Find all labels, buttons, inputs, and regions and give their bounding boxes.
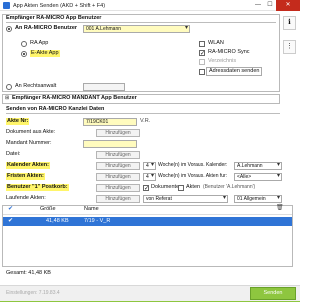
akte-suffix: V.R. (140, 118, 151, 124)
an-rechtsanwalt-radio[interactable] (6, 84, 12, 90)
postkorb-label: Benutzer "1" Postkorb: (6, 184, 69, 191)
wlan-checkbox[interactable] (199, 41, 205, 47)
row-check-icon[interactable]: ✔ (8, 218, 13, 225)
allgemein-select[interactable]: 01 Allgemein (234, 195, 282, 203)
datei-label: Datei: (6, 151, 21, 157)
total-size: Gesamt: 41,48 KB (6, 270, 51, 276)
delete-icon[interactable]: 🗑 (276, 205, 284, 212)
kalender-weeks-select[interactable]: 4 (143, 162, 156, 170)
kalender-add-button[interactable]: Hinzufügen (96, 162, 140, 170)
an-benutzer-radio[interactable] (6, 26, 12, 32)
row-name: 7/19 - V_R (84, 218, 111, 224)
dokument-add-button[interactable]: Hinzufügen (96, 129, 140, 137)
kalender-user-select[interactable]: A.Lehmann (234, 162, 282, 170)
kanzlei-divider (6, 113, 280, 114)
footer-text: Einstellungen: 7.19.83.4 (6, 290, 60, 296)
eakte-app-radio[interactable] (21, 51, 27, 57)
dokument-label: Dokument aus Akte: (6, 129, 56, 135)
size-column-header[interactable]: Größe (40, 206, 56, 213)
sync-checkbox[interactable] (199, 50, 205, 57)
fristen-weeks-label: Woche(n) im Voraus. Akten fur: (158, 173, 228, 179)
row-size: 41,48 KB (46, 218, 69, 224)
laufende-add-button[interactable]: Hinzufügen (96, 195, 140, 203)
akte-nr-input[interactable]: 7/19CK01 (83, 118, 137, 126)
name-column-header[interactable]: Name (84, 206, 99, 213)
fristen-label: Fristen Akten: (6, 173, 45, 180)
ra-app-radio[interactable] (21, 41, 27, 47)
window-title: App Akten Senden (AKD + Shift + F4) (13, 2, 106, 9)
kalender-weeks-label: Woche(n) im Voraus. Kalender: (158, 162, 228, 168)
akten-checkbox[interactable] (178, 185, 184, 191)
info-icon[interactable]: ℹ (283, 16, 296, 30)
referat-select[interactable]: von Referat (143, 195, 228, 203)
an-rechtsanwalt-label: An Rechtsanwalt (15, 83, 57, 89)
akten-label: Akten (186, 184, 201, 190)
mandant-nummer-label: Mandant Nummer: (6, 140, 52, 146)
sync-label: RA-MICRO Sync (208, 49, 250, 55)
kanzlei-section-title: Senden von RA-MICRO Kanzlei Daten (6, 106, 105, 112)
recipient-divider (6, 22, 276, 23)
fristen-weeks-select[interactable]: 4 (143, 173, 156, 181)
mandant-nummer-input[interactable] (83, 140, 137, 148)
maximize-button[interactable]: ☐ (264, 0, 276, 11)
check-all-icon[interactable]: ✔ (8, 206, 13, 213)
more-options-icon[interactable]: ⋮ (283, 40, 296, 54)
mandant-label: Empfänger RA-MICRO MANDANT App Benutzer (12, 95, 137, 101)
wlan-label: WLAN (208, 40, 224, 46)
close-button[interactable]: ✕ (276, 0, 300, 11)
mandant-expand-icon[interactable]: ⊞ (5, 95, 9, 102)
verzeichnis-label: Verzeichnis (208, 58, 237, 64)
fristen-add-button[interactable]: Hinzufügen (96, 173, 140, 181)
rechtsanwalt-input[interactable] (83, 83, 125, 91)
datei-add-button[interactable]: Hinzufügen (96, 151, 140, 159)
verzeichnis-checkbox[interactable] (199, 59, 205, 65)
eakte-app-label: E-Akte App (30, 50, 60, 57)
kalender-label: Kalender Akten: (6, 162, 50, 169)
postkorb-add-button[interactable]: Hinzufügen (96, 184, 140, 192)
dokumente-checkbox[interactable] (143, 185, 149, 192)
an-benutzer-label: An RA-MICRO Benutzer (15, 25, 78, 31)
benutzer-select[interactable]: 001 A.Lehmann (83, 25, 190, 33)
minimize-button[interactable]: — (252, 0, 264, 11)
adressdaten-checkbox[interactable] (199, 69, 205, 75)
send-button[interactable]: Senden (250, 287, 296, 300)
dokumente-label: Dokumente (151, 184, 180, 190)
app-icon (3, 2, 10, 9)
recipient-group-title: Empfänger RA-MICRO App Benutzer (6, 15, 102, 21)
ra-app-label: RA App (30, 40, 49, 46)
benutzer-hint: (Benutzer 'A.Lehmann') (203, 184, 256, 190)
fristen-option-select[interactable]: <Alle> (234, 173, 282, 181)
laufende-label: Laufende Akten: (6, 195, 46, 201)
adressdaten-label[interactable]: Adressdaten senden (206, 67, 263, 76)
akte-nr-label: Akte Nr: (6, 118, 30, 125)
